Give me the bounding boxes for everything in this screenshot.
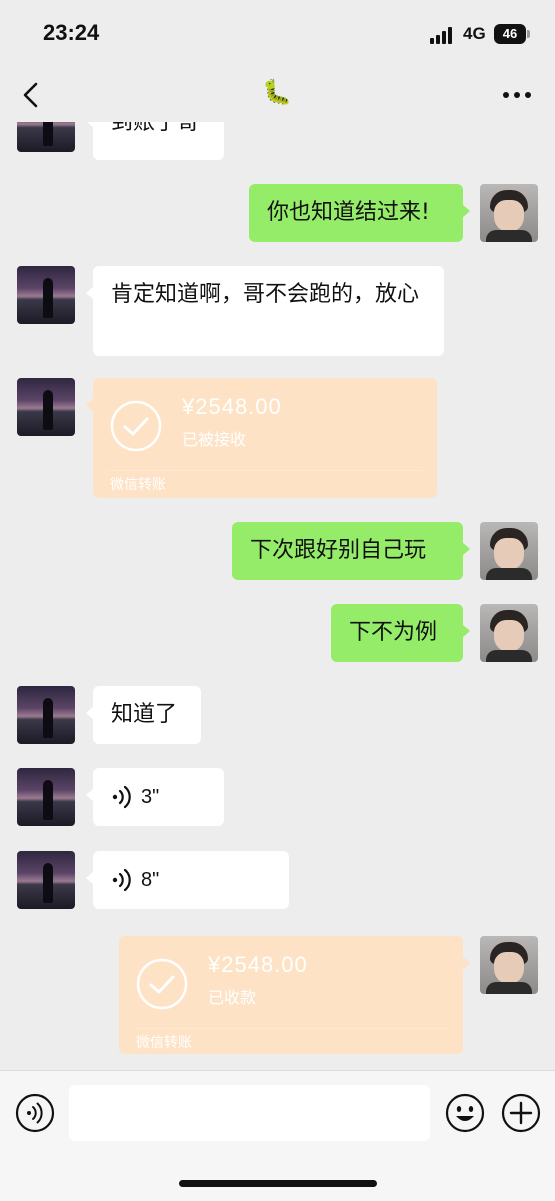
status-bar: 23:24 4G 46	[0, 0, 555, 70]
message-bubble[interactable]: 知道了	[86, 686, 201, 744]
emoji-icon[interactable]	[445, 1093, 485, 1133]
message-text: 下次跟好别自己玩	[250, 538, 427, 563]
transfer-status: 已收款	[208, 988, 257, 1007]
contact-avatar[interactable]	[17, 768, 75, 826]
transfer-amount: ¥2548.00	[208, 952, 308, 977]
message-input[interactable]	[69, 1085, 430, 1141]
voice-toggle-icon[interactable]	[15, 1093, 55, 1133]
transfer-footer: 微信转账	[110, 477, 166, 493]
my-avatar[interactable]	[480, 184, 538, 242]
transfer-divider	[107, 470, 423, 471]
message-row: 到账了哥	[0, 122, 555, 164]
voice-message[interactable]: 8"	[86, 851, 289, 909]
my-avatar[interactable]	[480, 522, 538, 580]
message-row: 下不为例	[0, 604, 555, 664]
voice-message[interactable]: 3"	[86, 768, 224, 826]
message-text: 你也知道结过来!	[267, 200, 430, 225]
chat-header: 🐛	[0, 70, 555, 122]
message-bubble[interactable]: 下次跟好别自己玩	[232, 522, 470, 580]
contact-avatar[interactable]	[17, 851, 75, 909]
message-bubble[interactable]: 你也知道结过来!	[249, 184, 470, 242]
home-indicator	[179, 1180, 377, 1187]
message-row: 肯定知道啊，哥不会跑的，放心	[0, 266, 555, 358]
message-bubble[interactable]: 到账了哥	[86, 122, 224, 160]
network-type: 4G	[463, 24, 486, 43]
transfer-divider	[133, 1028, 449, 1029]
contact-avatar[interactable]	[17, 266, 75, 324]
my-avatar[interactable]	[480, 604, 538, 662]
chevron-left-icon	[23, 82, 38, 108]
voice-duration: 8"	[141, 869, 160, 891]
message-row: 下次跟好别自己玩	[0, 522, 555, 582]
message-text: 下不为例	[349, 620, 438, 645]
chat-title-emoji: 🐛	[262, 78, 292, 106]
transfer-card[interactable]: ¥2548.00 已被接收 微信转账	[86, 378, 437, 498]
message-row: 8"	[0, 851, 555, 911]
my-avatar[interactable]	[480, 936, 538, 994]
contact-avatar[interactable]	[17, 686, 75, 744]
message-bubble[interactable]: 下不为例	[331, 604, 470, 662]
more-button[interactable]	[500, 80, 534, 110]
transfer-card[interactable]: ¥2548.00 已收款 微信转账	[119, 936, 470, 1054]
voice-duration: 3"	[141, 786, 160, 808]
plus-icon[interactable]	[501, 1093, 541, 1133]
battery-icon: 46	[494, 24, 530, 44]
contact-avatar[interactable]	[17, 122, 75, 152]
message-row: ¥2548.00 已收款 微信转账	[0, 936, 555, 1058]
transfer-status: 已被接收	[182, 430, 247, 449]
message-text: 知道了	[111, 702, 178, 727]
voice-wave-icon	[112, 868, 131, 892]
message-list[interactable]: 到账了哥 你也知道结过来! 肯定知道啊，哥不会跑的，放心 ¥2548.00 已被…	[0, 122, 555, 1070]
message-bubble[interactable]: 肯定知道啊，哥不会跑的，放心	[86, 266, 444, 356]
transfer-amount: ¥2548.00	[182, 394, 282, 419]
message-row: 3"	[0, 768, 555, 828]
back-button[interactable]	[18, 78, 48, 112]
message-text: 到账了哥	[111, 122, 200, 135]
check-circle-icon	[110, 400, 162, 452]
message-text: 肯定知道啊，哥不会跑的，放心	[111, 282, 420, 307]
message-row: 你也知道结过来!	[0, 184, 555, 244]
check-circle-icon	[136, 958, 188, 1010]
signal-icon	[430, 26, 458, 44]
transfer-footer: 微信转账	[136, 1035, 192, 1051]
status-time: 23:24	[43, 20, 100, 45]
more-dots-icon	[503, 92, 531, 98]
message-row: 知道了	[0, 686, 555, 746]
contact-avatar[interactable]	[17, 378, 75, 436]
message-row: ¥2548.00 已被接收 微信转账	[0, 378, 555, 500]
voice-wave-icon	[112, 785, 131, 809]
